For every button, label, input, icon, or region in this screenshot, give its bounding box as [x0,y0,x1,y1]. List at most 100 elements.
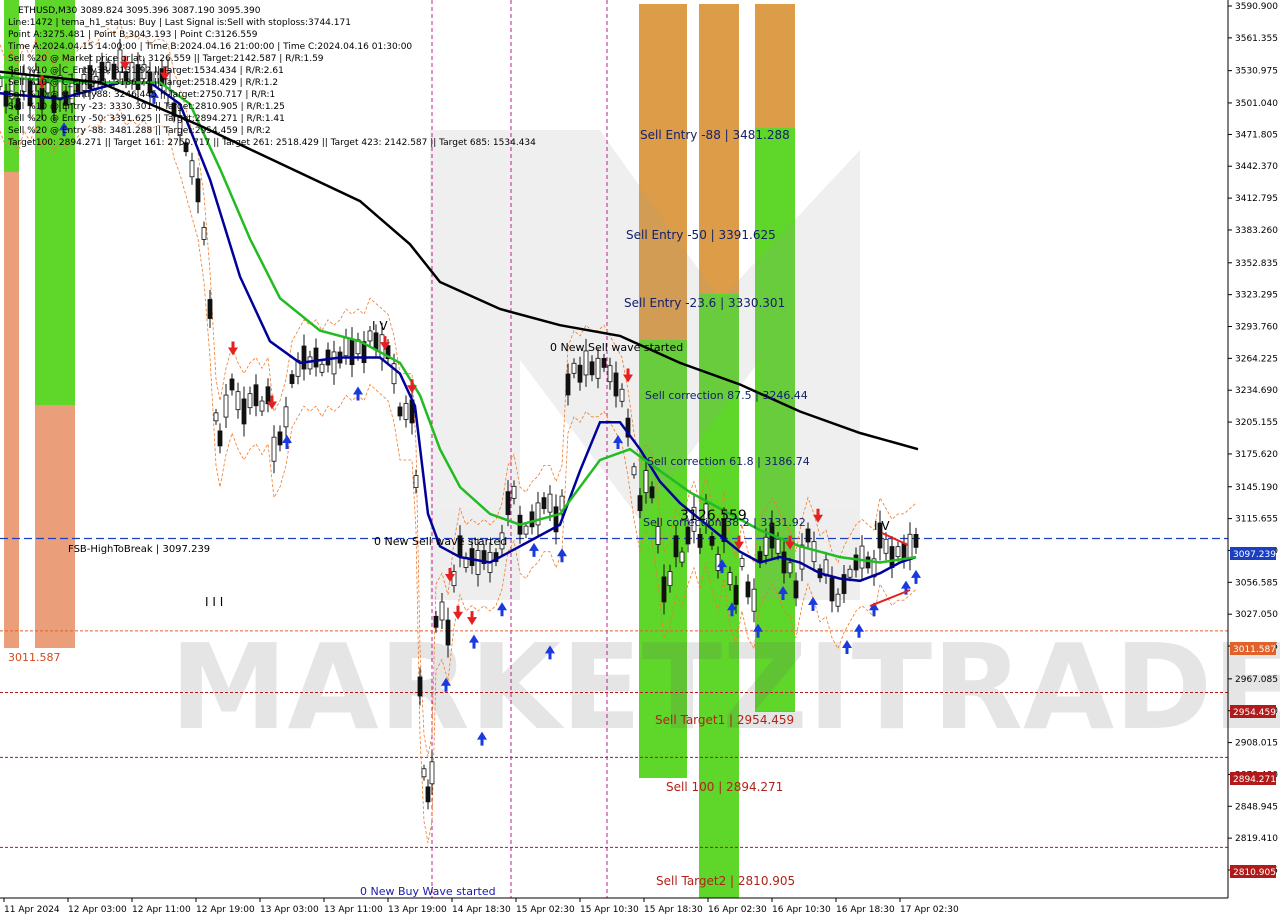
x-tick-label: 16 Apr 18:30 [836,905,895,915]
candle-body [655,526,661,545]
y-tick-label: 3175.620 [1235,450,1278,460]
candle-body [349,339,355,366]
candle-body [331,351,337,375]
y-tick-label: 3501.040 [1235,99,1278,109]
x-tick-label: 13 Apr 11:00 [324,905,383,915]
watermark-text: MARKETZITRADE [170,618,1280,756]
y-tick-label: 3115.655 [1235,515,1278,525]
annotation-new-buy-wave: 0 New Buy Wave started [360,885,496,898]
label-sell-entry-50: Sell Entry -50 | 3391.625 [626,228,776,242]
candle-body [475,550,481,575]
candle-body [835,593,841,607]
candle-body [649,486,655,499]
label-fsb-high: FSB-HighToBreak | 3097.239 [68,544,210,555]
box-current-text: 3097.239 [1233,550,1276,560]
chart-canvas: MARKETZITRADE 3590.9003561.3553530.97535… [0,0,1280,915]
label-point-c: 3126.559 [680,508,747,524]
candle-body [247,393,253,409]
info-line: Sell %10 @ C_Entry88: 3246.445 || Target… [8,90,275,100]
candle-body [583,350,589,376]
candle-body [793,580,799,599]
candle-body [439,601,445,621]
candle-body [283,406,289,428]
x-tick-label: 12 Apr 11:00 [132,905,191,915]
candle-body [373,332,379,351]
label-sell-corr-875: Sell correction 87.5 | 3246.44 [645,389,808,402]
annotation-wave-iv-2: I V [874,519,890,533]
candle-body [571,362,577,374]
info-line: Point A:3275.481 | Point B:3043.193 | Po… [8,30,258,40]
candle-body [505,491,511,516]
price-boxes: 3097.239 3011.587 2954.459 2894.271 2810… [1230,547,1276,878]
box-3011-text: 3011.587 [1233,645,1276,655]
info-line: Sell %20 @ Entry -50: 3391.625 || Target… [8,114,285,124]
candle-body [829,577,835,602]
y-tick-label: 3145.190 [1235,483,1278,493]
candle-body [895,546,901,558]
candle-body [841,574,847,594]
info-line: Line:1472 | tema_h1_status: Buy | Last S… [8,18,351,28]
annotation-wave-iii: I I I [205,595,223,609]
candle-body [523,525,529,535]
y-tick-label: 2967.085 [1235,675,1278,685]
candle-body [889,546,895,568]
y-tick-label: 2848.945 [1235,802,1278,812]
x-tick-label: 13 Apr 03:00 [260,905,319,915]
candle-body [715,554,721,571]
candle-body [289,374,295,384]
candle-body [763,536,769,556]
candle-body [541,497,547,510]
y-tick-label: 3530.975 [1235,67,1278,77]
candle-body [547,493,553,513]
candle-body [195,178,201,203]
candle-body [865,556,871,569]
candle-body [631,466,637,476]
box-2894-text: 2894.271 [1233,775,1276,785]
candle-body [607,365,613,383]
candle-body [425,786,431,803]
candle-body [727,572,733,586]
y-axis-ticks: 3590.900 3561.355 3530.975 3501.040 3471.805… [1228,2,1278,876]
candle-body [433,615,439,628]
y-tick-label: 2908.015 [1235,739,1278,749]
candle-body [319,363,325,373]
candle-body [271,436,277,462]
candle-body [217,430,223,447]
candle-body [535,502,541,526]
candle-body [679,551,685,563]
y-tick-label: 3352.835 [1235,259,1278,269]
candle-body [685,526,691,545]
candle-body [643,470,649,493]
candle-body [853,554,859,571]
candle-body [709,535,715,546]
annotation-new-sell-wave-2: 0 New Sell wave started [374,535,507,548]
box-2954-text: 2954.459 [1233,708,1276,718]
y-tick-label: 3293.760 [1235,323,1278,333]
candle-body [259,400,265,412]
candle-body [469,548,475,566]
box-2810-text: 2810.905 [1233,868,1276,878]
y-tick-label: 3323.295 [1235,291,1278,301]
info-line: Sell %10 @ Entry -23: 3330.301 || Target… [8,102,285,112]
candle-body [775,538,781,554]
candle-body [781,551,787,574]
candle-body [673,535,679,558]
symbol-line: ETHUSD,M30 3089.824 3095.396 3087.190 30… [18,6,261,16]
candle-body [667,571,673,587]
annotation-wave-iv-1: I V [372,319,388,333]
candle-body [511,485,517,499]
candle-body [413,475,419,488]
x-tick-label: 15 Apr 10:30 [580,905,639,915]
candle-body [213,412,219,422]
y-tick-label: 3590.900 [1235,2,1278,12]
candle-body [445,619,451,646]
candle-body [451,571,457,587]
zone-sell-3-orange [755,4,795,128]
candle-body [429,761,435,785]
label-sell-entry-88: Sell Entry -88 | 3481.288 [640,128,790,142]
info-line: Sell %10 @ C_Entry61: 3186.74 || Target:… [8,78,278,88]
candle-body [859,545,865,569]
candle-body [325,349,331,366]
candle-body [595,357,601,379]
candle-body [913,533,919,548]
